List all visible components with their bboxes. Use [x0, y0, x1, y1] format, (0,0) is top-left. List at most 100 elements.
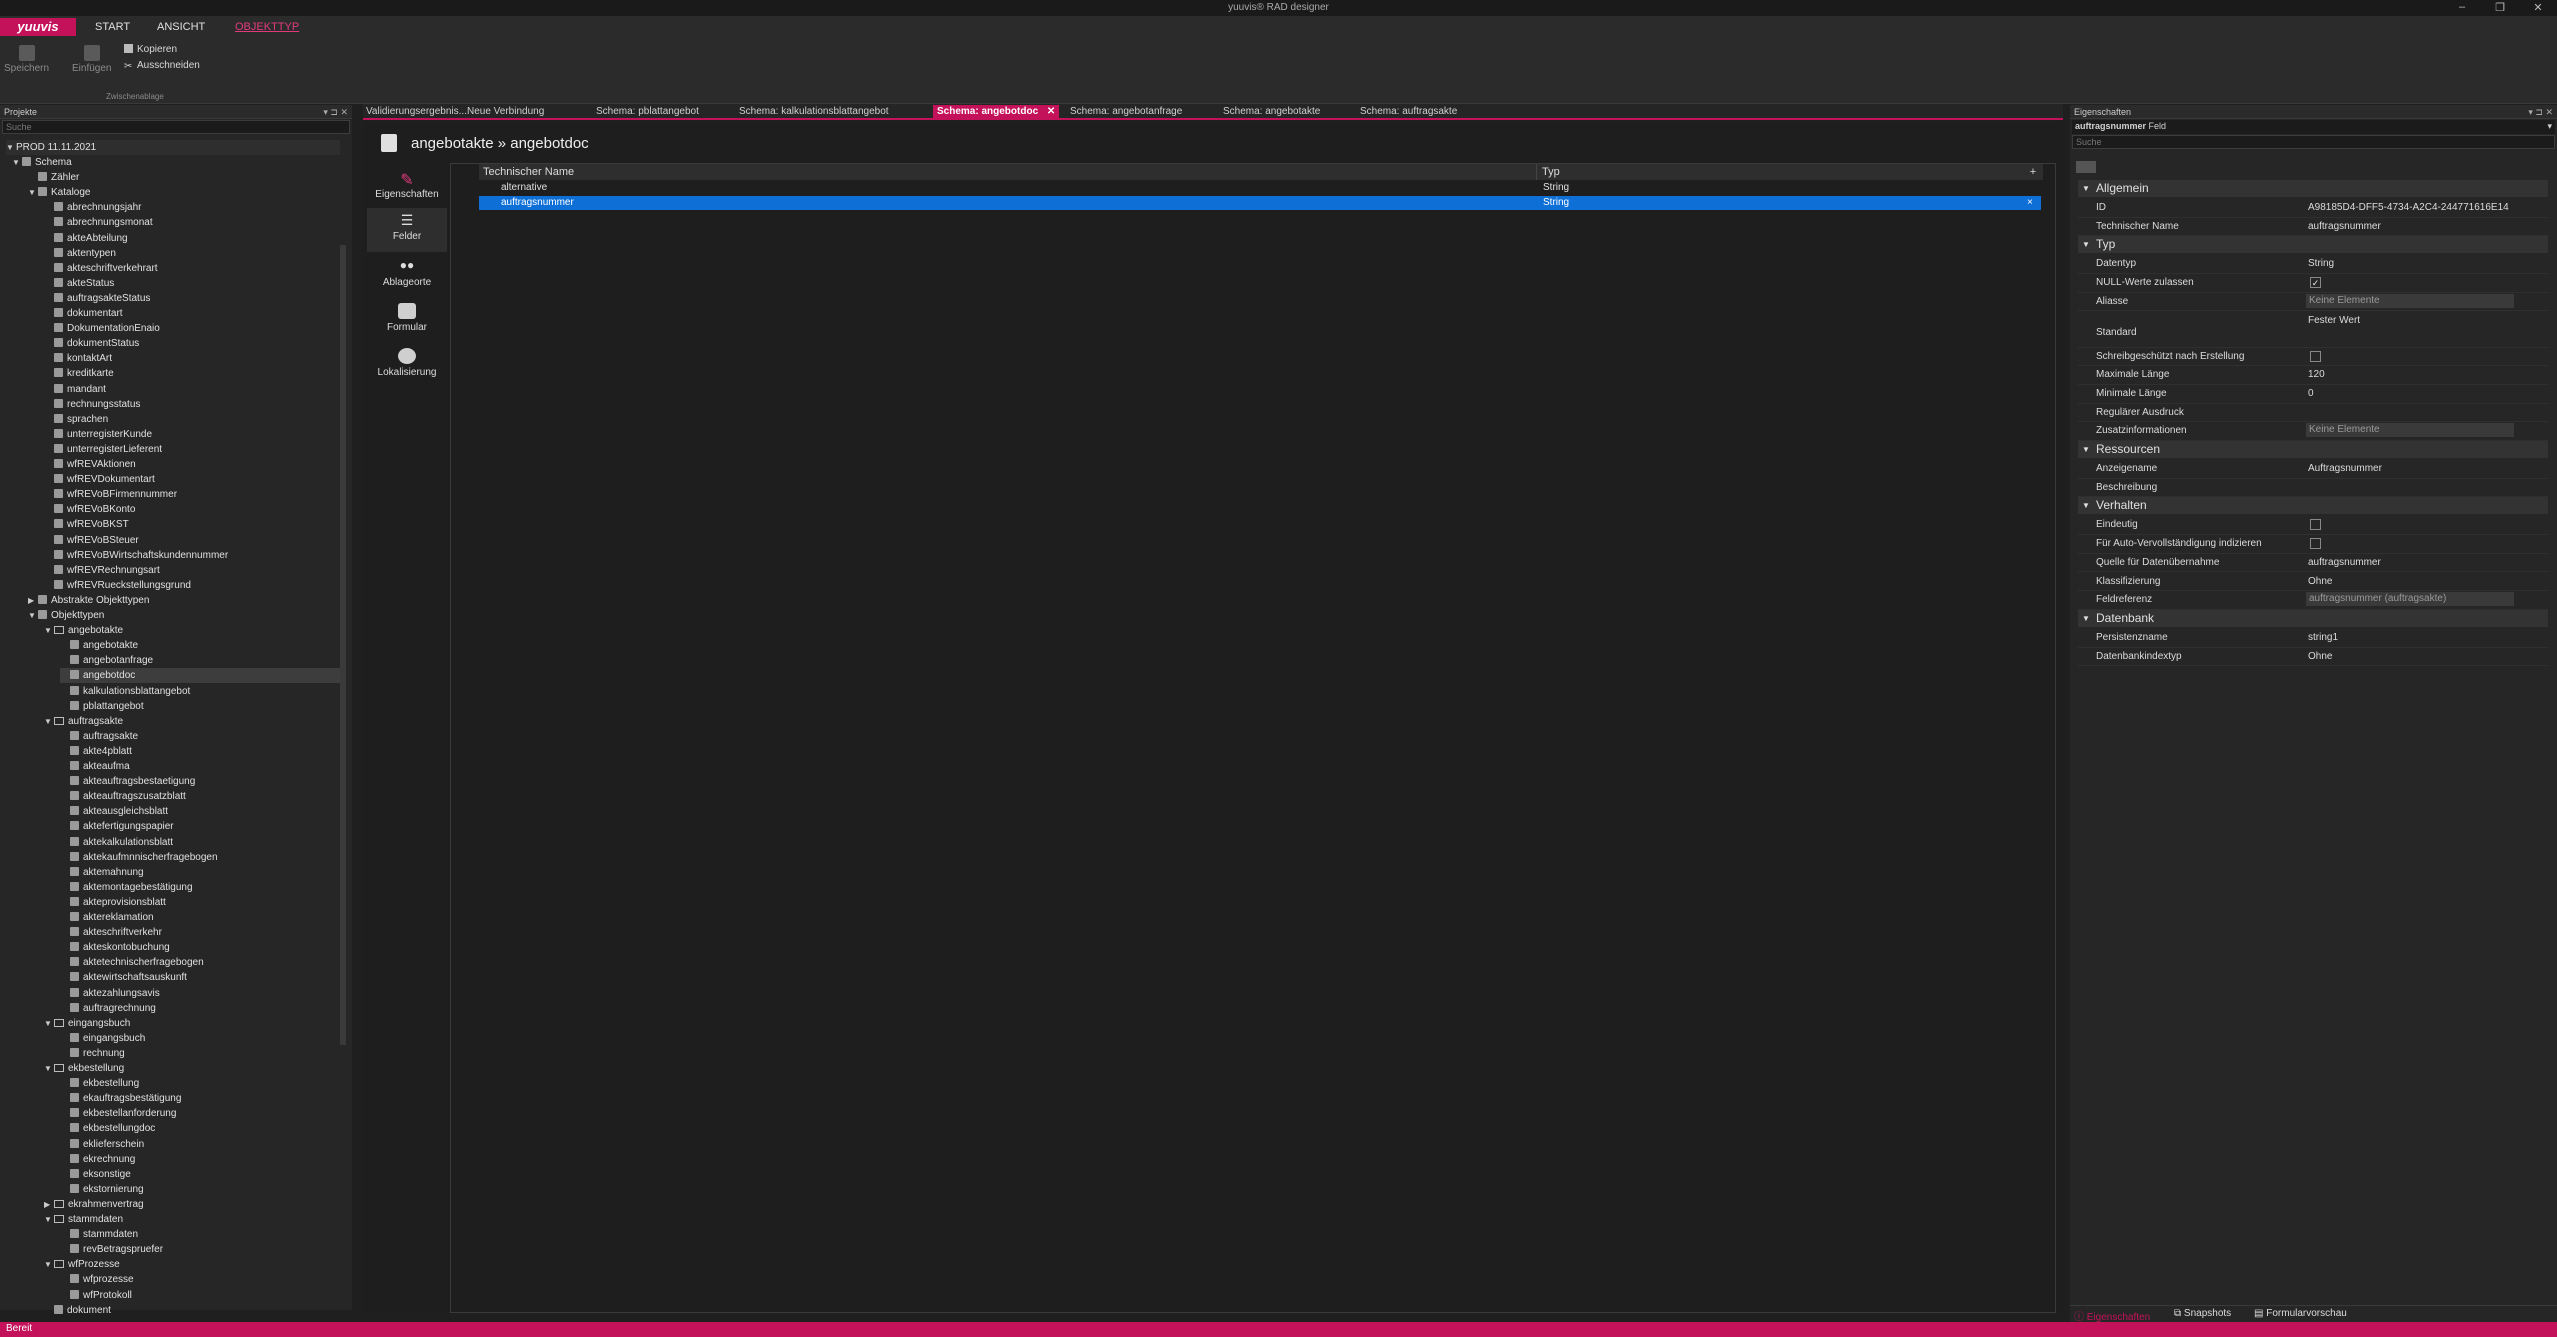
- tree-item[interactable]: ▼ Kataloge: [28, 185, 340, 200]
- tab-auftragsakte[interactable]: Schema: auftragsakte: [1360, 106, 1457, 117]
- column-header-type[interactable]: Typ: [1537, 164, 2043, 180]
- tree-item[interactable]: ▶ ekrahmenvertrag: [44, 1197, 340, 1212]
- expand-arrow-icon[interactable]: ▶: [44, 1197, 54, 1212]
- tree-item[interactable]: dokumentart: [44, 306, 340, 321]
- property-value[interactable]: string1: [2308, 632, 2338, 643]
- property-category[interactable]: ▼ Verhalten: [2078, 497, 2548, 515]
- property-value[interactable]: auftragsnummer: [2308, 221, 2381, 232]
- tree-item[interactable]: auftragsakteStatus: [44, 291, 340, 306]
- tree-item[interactable]: auftragrechnung: [60, 1001, 340, 1016]
- tree-item[interactable]: aktemahnung: [60, 865, 340, 880]
- tree-item[interactable]: akteaufma: [60, 759, 340, 774]
- expand-arrow-icon[interactable]: ▼: [44, 623, 54, 638]
- table-row-selected[interactable]: auftragsnummer String ×: [479, 196, 2041, 210]
- selected-object-select[interactable]: auftragsnummer Feld ▾: [2072, 120, 2555, 134]
- tree-item[interactable]: dokumentStatus: [44, 336, 340, 351]
- tree-item[interactable]: eingangsbuch: [60, 1031, 340, 1046]
- tree-item[interactable]: eklieferschein: [60, 1137, 340, 1152]
- save-button[interactable]: Speichern: [4, 45, 49, 74]
- tree-item[interactable]: aktekalkulationsblatt: [60, 835, 340, 850]
- expand-arrow-icon[interactable]: ▼: [12, 155, 22, 170]
- tree-item[interactable]: aktereklamation: [60, 910, 340, 925]
- tree-item[interactable]: wfREVRueckstellungsgrund: [44, 578, 340, 593]
- tree-item[interactable]: kalkulationsblattangebot: [60, 684, 340, 699]
- tree-item[interactable]: akteStatus: [44, 276, 340, 291]
- tree-item[interactable]: ▼ auftragsakte: [44, 714, 340, 729]
- tree-item[interactable]: wfREVoBFirmennummer: [44, 487, 340, 502]
- property-checkbox[interactable]: [2310, 519, 2321, 531]
- tree-item[interactable]: ekbestellungdoc: [60, 1121, 340, 1136]
- tree-item[interactable]: akte4pblatt: [60, 744, 340, 759]
- tree-item[interactable]: abrechnungsjahr: [44, 200, 340, 215]
- tree-item[interactable]: wfREVoBWirtschaftskundennummer: [44, 548, 340, 563]
- property-collection-value[interactable]: auftragsnummer (auftragsakte): [2306, 592, 2514, 607]
- property-value[interactable]: auftragsnummer: [2308, 557, 2381, 568]
- collapse-arrow-icon[interactable]: ▼: [2082, 236, 2090, 253]
- expand-arrow-icon[interactable]: ▼: [28, 608, 38, 623]
- properties-search-input[interactable]: Suche: [2072, 135, 2555, 149]
- column-header-name[interactable]: Technischer Name: [479, 164, 1537, 180]
- menu-start[interactable]: START: [95, 21, 130, 33]
- property-collection-value[interactable]: Keine Elemente: [2306, 423, 2514, 438]
- tab-eigenschaften[interactable]: ⓘ Eigenschaften: [2074, 1308, 2150, 1323]
- tree-item[interactable]: pblattangebot: [60, 699, 340, 714]
- nav-felder[interactable]: ☰ Felder: [367, 208, 447, 252]
- copy-button[interactable]: Kopieren: [124, 44, 177, 55]
- menu-objekttyp[interactable]: OBJEKTTYP: [235, 21, 299, 33]
- tree-item[interactable]: unterregisterLieferent: [44, 442, 340, 457]
- expand-arrow-icon[interactable]: ▼: [44, 1061, 54, 1076]
- tab-pblattangebot[interactable]: Schema: pblattangebot: [596, 106, 699, 117]
- tab-validierung[interactable]: Validierungsergebnis...Neue Verbindung: [366, 106, 544, 117]
- tab-formularvorschau[interactable]: ▤ Formularvorschau: [2254, 1308, 2347, 1319]
- menu-ansicht[interactable]: ANSICHT: [157, 21, 205, 33]
- property-value[interactable]: 0: [2308, 388, 2314, 399]
- tree-item[interactable]: rechnung: [60, 1046, 340, 1061]
- panel-pin-icon[interactable]: ▾ ⊐ ✕: [2528, 107, 2553, 118]
- property-value[interactable]: 120: [2308, 369, 2325, 380]
- tree-item[interactable]: ekstornierung: [60, 1182, 340, 1197]
- expand-arrow-icon[interactable]: ▼: [44, 1016, 54, 1031]
- tree-item[interactable]: wfREVoBKonto: [44, 502, 340, 517]
- tree-item[interactable]: auftragsakte: [60, 729, 340, 744]
- tree-item[interactable]: wfREVAktionen: [44, 457, 340, 472]
- tree-item[interactable]: ▼ wfProzesse: [44, 1257, 340, 1272]
- property-checkbox[interactable]: [2310, 538, 2321, 550]
- property-value[interactable]: Ohne: [2308, 651, 2332, 662]
- nav-lokalisierung[interactable]: Lokalisierung: [367, 344, 447, 388]
- property-value[interactable]: Auftragsnummer: [2308, 463, 2382, 474]
- tree-item[interactable]: aktemontagebestätigung: [60, 880, 340, 895]
- tree-item[interactable]: ▶ Abstrakte Objekttypen: [28, 593, 340, 608]
- tab-angebotanfrage[interactable]: Schema: angebotanfrage: [1070, 106, 1182, 117]
- tree-item[interactable]: aktetechnischerfragebogen: [60, 955, 340, 970]
- tree-item[interactable]: ▼ angebotakte: [44, 623, 340, 638]
- property-category[interactable]: ▼ Allgemein: [2078, 180, 2548, 197]
- tree-item[interactable]: ekrechnung: [60, 1152, 340, 1167]
- tree-item[interactable]: wfREVoBSteuer: [44, 533, 340, 548]
- nav-eigenschaften[interactable]: ✎ Eigenschaften: [367, 166, 447, 206]
- property-checkbox[interactable]: ✓: [2310, 277, 2321, 289]
- tree-item[interactable]: unterregisterKunde: [44, 427, 340, 442]
- tree-item[interactable]: ▼ Schema: [12, 155, 340, 170]
- tree-item[interactable]: wfREVoBKST: [44, 517, 340, 532]
- expand-arrow-icon[interactable]: ▼: [44, 1212, 54, 1227]
- tree-item[interactable]: DokumentationEnaio: [44, 321, 340, 336]
- panel-pin-icon[interactable]: ▾ ⊐ ✕: [323, 107, 348, 118]
- tree-item[interactable]: wfprozesse: [60, 1272, 340, 1287]
- tree-item[interactable]: akteskontobuchung: [60, 940, 340, 955]
- minimize-icon[interactable]: –: [2452, 1, 2472, 13]
- property-value[interactable]: String: [2308, 258, 2334, 269]
- remove-row-icon[interactable]: ×: [2027, 196, 2033, 210]
- property-value[interactable]: A98185D4-DFF5-4734-A2C4-244771616E14: [2308, 202, 2509, 213]
- tab-snapshots[interactable]: ⧉ Snapshots: [2174, 1308, 2231, 1319]
- tree-item[interactable]: dokument: [44, 1303, 340, 1318]
- tree-item[interactable]: akteauftragsbestaetigung: [60, 774, 340, 789]
- add-field-icon[interactable]: +: [2026, 164, 2040, 180]
- table-row[interactable]: alternative String: [479, 181, 2041, 195]
- tree-item[interactable]: ▼ stammdaten: [44, 1212, 340, 1227]
- tree-item[interactable]: akteausgleichsblatt: [60, 804, 340, 819]
- tree-item[interactable]: ▼ Objekttypen: [28, 608, 340, 623]
- property-value[interactable]: Ohne: [2308, 576, 2332, 587]
- tree-item[interactable]: akteschriftverkehrart: [44, 261, 340, 276]
- tree-item[interactable]: ▼ ekbestellung: [44, 1061, 340, 1076]
- property-value[interactable]: Fester Wert: [2308, 315, 2360, 326]
